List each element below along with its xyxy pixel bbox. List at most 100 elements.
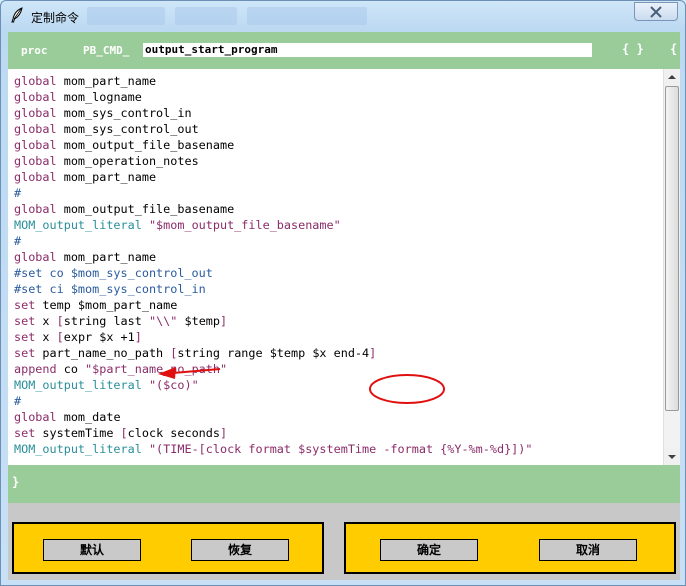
code-token: mom_part_name [56,170,157,184]
code-token: string last [63,314,149,328]
title-bar-blur [87,7,165,25]
dialog-window: 定制命令 proc PB_CMD_ output_start_program {… [0,0,686,586]
code-token: global [14,74,57,88]
code-line: append co "$part_name_no_path" [14,361,227,377]
dialog-content: proc PB_CMD_ output_start_program { } { … [8,32,680,580]
code-token: ] [220,314,228,328]
annotation-circle [369,374,445,404]
code-line: # [14,233,21,249]
code-line: #set ci $mom_sys_control_in [14,281,206,297]
code-token: set [14,298,36,312]
code-token: global [14,410,57,424]
code-token: #set co $mom_sys_control_out [14,266,213,280]
title-bar[interactable]: 定制命令 [1,1,685,31]
code-token: [ [120,426,128,440]
code-token: systemTime [35,426,121,440]
code-token: "$mom_output_file_basename" [148,218,341,232]
code-token: MOM_output_literal [14,378,142,392]
code-token: mom_operation_notes [56,154,199,168]
code-token: global [14,154,57,168]
code-token: mom_logname [56,90,142,104]
code-editor[interactable]: global mom_part_name global mom_logname gl… [8,69,663,465]
code-token: set [14,346,36,360]
code-line: # [14,185,21,201]
proc-keyword: proc [21,44,48,57]
restore-button[interactable]: 恢复 [191,539,289,561]
code-token: x [35,314,57,328]
default-button[interactable]: 默认 [43,539,141,561]
code-line: global mom_sys_control_in [14,105,192,121]
code-token: global [14,138,57,152]
code-line: set temp $mom_part_name [14,297,177,313]
code-line: # [14,393,21,409]
proc-header-bar: proc PB_CMD_ output_start_program { } { [8,32,680,69]
brace-label: { [670,42,678,56]
code-token: # [14,186,22,200]
close-brace-label: } [12,475,20,489]
code-line: global mom_operation_notes [14,153,199,169]
window-title: 定制命令 [31,11,80,25]
code-token: mom_date [56,410,121,424]
proc-prefix-label: PB_CMD_ [83,44,130,57]
code-token: MOM_output_literal [14,218,142,232]
code-token: temp $mom_part_name [35,298,178,312]
code-line: set x [string last "\\" $temp] [14,313,227,329]
code-token: "\\" [148,314,178,328]
code-token: global [14,250,57,264]
code-line: set systemTime [clock seconds] [14,425,227,441]
close-icon [650,6,662,18]
code-token: mom_part_name [56,250,157,264]
code-line: MOM_output_literal "(TIME-[clock format … [14,441,532,457]
code-line: #set co $mom_sys_control_out [14,265,213,281]
code-token: clock seconds [127,426,220,440]
cancel-button[interactable]: 取消 [539,539,637,561]
code-token: mom_part_name [56,74,157,88]
scroll-up-button[interactable] [664,69,680,86]
code-token: global [14,122,57,136]
open-brace-label: { } [622,42,644,56]
code-token: set [14,426,36,440]
code-token: [ [56,314,64,328]
scroll-thumb[interactable] [665,86,679,411]
code-token: part_name_no_path [35,346,171,360]
code-token: #set ci $mom_sys_control_in [14,282,206,296]
code-line: set x [expr $x +1] [14,329,142,345]
vertical-scrollbar[interactable] [663,69,680,465]
code-token: MOM_output_literal [14,442,142,456]
code-line: global mom_output_file_basename [14,137,234,153]
scroll-down-button[interactable] [664,448,680,465]
code-token: global [14,90,57,104]
code-line: global mom_part_name [14,169,156,185]
button-area: 默认 恢复 确定 取消 [8,503,680,580]
code-token: global [14,170,57,184]
code-token: [ [56,330,64,344]
arrow-down-icon [668,455,676,459]
code-token: # [14,394,22,408]
code-line: set part_name_no_path [string range $tem… [14,345,376,361]
code-token: mom_output_file_basename [56,138,235,152]
code-token: ] [220,426,228,440]
code-token: "(TIME-[clock format $systemTime -format… [148,442,533,456]
code-token: "($co)" [148,378,199,392]
code-token: mom_output_file_basename [56,202,235,216]
code-line: global mom_sys_control_out [14,121,199,137]
code-token: string range $temp $x end-4 [177,346,370,360]
code-token: co [56,362,86,376]
ok-button[interactable]: 确定 [380,539,478,561]
proc-footer-bar: } [8,465,680,503]
code-line: global mom_part_name [14,73,156,89]
code-line: MOM_output_literal "$mom_output_file_bas… [14,217,341,233]
code-token: expr $x +1 [63,330,135,344]
code-line: global mom_logname [14,89,142,105]
code-line: global mom_output_file_basename [14,201,234,217]
code-token: append [14,362,57,376]
code-token: "$part_name_no_path" [85,362,228,376]
close-button[interactable] [634,2,678,21]
right-button-group: 确定 取消 [344,522,676,574]
code-line: global mom_date [14,409,121,425]
command-name-input[interactable]: output_start_program [143,43,592,57]
code-token: ] [369,346,377,360]
